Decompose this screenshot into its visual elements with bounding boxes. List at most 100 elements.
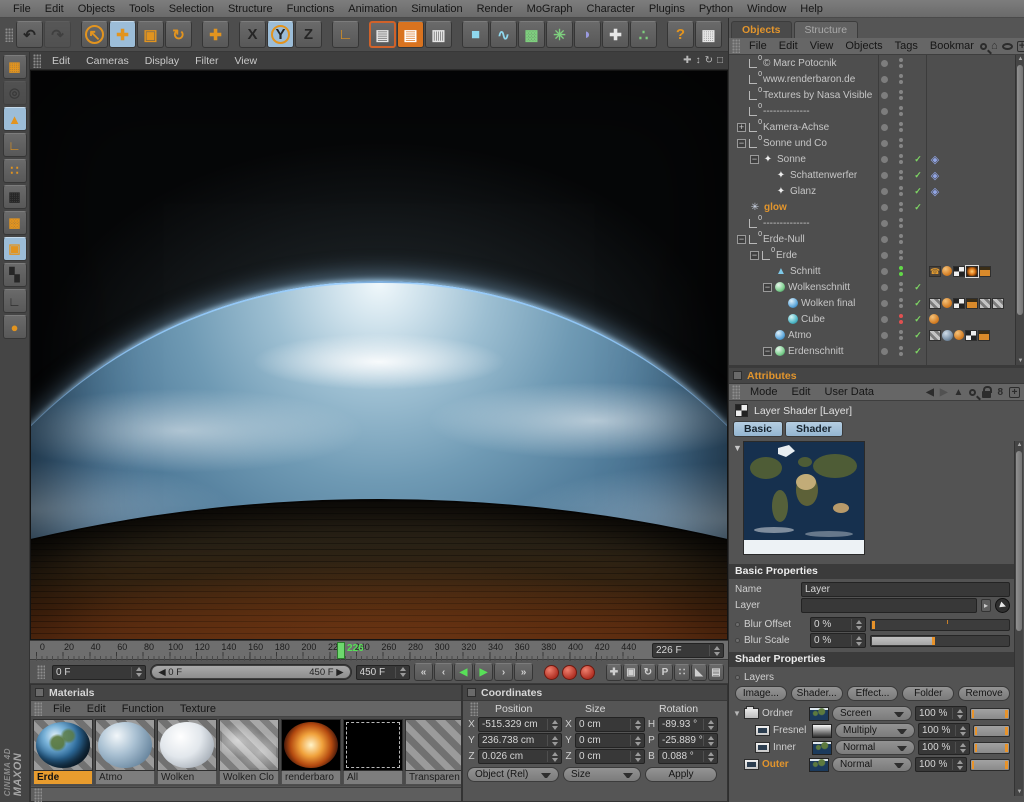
model-mode-icon[interactable]: ▲: [3, 107, 27, 131]
coordinate-mode-dropdown[interactable]: Object (Rel): [467, 767, 559, 782]
timeline-doc-toggle[interactable]: ▤: [708, 664, 724, 681]
coordinates-grip[interactable]: [470, 702, 478, 716]
visibility-dots[interactable]: [899, 138, 903, 148]
visibility-dots[interactable]: [899, 250, 903, 260]
menu-item[interactable]: Simulation: [404, 3, 469, 15]
enable-check[interactable]: ✓: [911, 346, 925, 357]
add-particles-icon[interactable]: ∴: [630, 21, 657, 48]
stepper[interactable]: [703, 751, 714, 762]
layer-dot[interactable]: [881, 220, 888, 227]
target-tag[interactable]: [929, 186, 941, 197]
goto-start-button[interactable]: «: [414, 663, 433, 681]
layer-dot[interactable]: [881, 124, 888, 131]
layer-row-ordner[interactable]: ▼ Ordner Screen 100 %: [733, 706, 1010, 721]
material-erde[interactable]: Erde: [33, 719, 93, 784]
visibility-dots[interactable]: [899, 122, 903, 132]
layer-dot[interactable]: [881, 284, 888, 291]
prev-frame-button[interactable]: ‹: [434, 663, 453, 681]
object-manager-menu-item[interactable]: File: [743, 40, 773, 52]
stepper[interactable]: [703, 735, 714, 746]
object-row[interactable]: Glanz ✓: [729, 183, 1024, 199]
stepper[interactable]: [703, 719, 714, 730]
keyframe-selection-button[interactable]: [580, 665, 595, 680]
rotation-p-field[interactable]: -25.889 °: [658, 733, 718, 748]
shader-preview[interactable]: [743, 441, 865, 555]
add-deformer-icon[interactable]: ◗: [574, 21, 601, 48]
timeline-ruler[interactable]: 0204060801001201401601802002202402602803…: [30, 640, 728, 660]
visibility-dots[interactable]: [899, 282, 903, 292]
glowsel-tag[interactable]: [966, 266, 978, 277]
scroll-up-arrow[interactable]: ▲: [1016, 56, 1024, 62]
range-end-stepper[interactable]: [395, 667, 406, 678]
layer-dot[interactable]: [881, 140, 888, 147]
name-field[interactable]: Layer: [801, 582, 1010, 597]
object-row[interactable]: − Erde-Null: [729, 231, 1024, 247]
record-keyframe-button[interactable]: [544, 665, 559, 680]
clap-tag[interactable]: [978, 330, 990, 341]
blur-offset-field[interactable]: 0 %: [810, 617, 866, 632]
phong-tag[interactable]: [942, 298, 952, 308]
layer-dot[interactable]: [881, 76, 888, 83]
redo-icon[interactable]: ↷: [44, 21, 71, 48]
blend-mode-dropdown[interactable]: Normal: [832, 757, 912, 772]
snap-settings-icon[interactable]: ●: [3, 315, 27, 339]
material-wolken-clouds[interactable]: Wolken Clo: [219, 719, 279, 784]
viewport-menu-item[interactable]: Display: [137, 55, 187, 67]
uvw-mode-icon[interactable]: ∟: [3, 289, 27, 313]
scroll-thumb[interactable]: [1017, 65, 1023, 315]
key-pla-toggle[interactable]: ∷: [674, 664, 690, 681]
expander[interactable]: +: [737, 123, 746, 132]
add-spline-icon[interactable]: ∿: [490, 21, 517, 48]
visibility-dots[interactable]: [899, 346, 903, 356]
layer-dot[interactable]: [881, 204, 888, 211]
panel-menu-icon[interactable]: [467, 688, 476, 697]
object-row[interactable]: © Marc Potocnik: [729, 55, 1024, 71]
object-row[interactable]: --------------: [729, 103, 1024, 119]
collapse-arrow[interactable]: ▼: [733, 709, 741, 718]
layer-row-inner[interactable]: Inner Normal 100 %: [733, 740, 1010, 755]
tab-basic[interactable]: Basic: [733, 421, 783, 437]
target-tag[interactable]: [929, 170, 941, 181]
object-row[interactable]: glow ✓: [729, 199, 1024, 215]
object-row[interactable]: Schnitt: [729, 263, 1024, 279]
visibility-dots[interactable]: [899, 330, 903, 340]
visibility-dots[interactable]: [899, 74, 903, 84]
stepper[interactable]: [952, 708, 963, 719]
attributes-menu-item[interactable]: User Data: [818, 386, 882, 398]
material-thumbnail-atmo[interactable]: [95, 719, 155, 771]
last-tool-icon[interactable]: ✚: [202, 21, 229, 48]
menu-item[interactable]: Selection: [162, 3, 221, 15]
position-x-field[interactable]: -515.329 cm: [478, 717, 562, 732]
material-thumbnail-black[interactable]: [343, 719, 403, 771]
material-renderbaron[interactable]: renderbaro: [281, 719, 341, 784]
menu-item[interactable]: Plugins: [642, 3, 692, 15]
phong-tag[interactable]: [942, 266, 952, 276]
undo-icon[interactable]: ↶: [16, 21, 43, 48]
parameter-dot[interactable]: [735, 675, 740, 680]
tab-shader[interactable]: Shader: [785, 421, 843, 437]
layer-expand-button[interactable]: ▸: [981, 599, 991, 612]
expander[interactable]: −: [737, 139, 746, 148]
motion-mode-toggle[interactable]: ◣: [691, 664, 707, 681]
shader-button[interactable]: Shader...: [791, 686, 843, 701]
visibility-dots[interactable]: [899, 58, 903, 68]
position-y-field[interactable]: 236.738 cm: [478, 733, 562, 748]
live-selection-icon[interactable]: ↖: [81, 21, 108, 48]
visibility-dots[interactable]: [899, 170, 903, 180]
current-frame-field[interactable]: 226 F: [652, 643, 724, 658]
enable-check[interactable]: ✓: [911, 202, 925, 213]
materials-menu-item[interactable]: Texture: [172, 703, 224, 715]
visibility-dots[interactable]: [899, 234, 903, 244]
back-icon[interactable]: ◀: [926, 387, 934, 398]
enable-check[interactable]: ✓: [911, 298, 925, 309]
stepper[interactable]: [955, 725, 966, 736]
object-row[interactable]: Wolken final ✓: [729, 295, 1024, 311]
help-tool-icon[interactable]: ?: [667, 21, 694, 48]
layer-dot[interactable]: [881, 108, 888, 115]
viewport-menu-item[interactable]: View: [226, 55, 265, 67]
stepper[interactable]: [851, 635, 862, 646]
layer-dot[interactable]: [881, 332, 888, 339]
spheretag-tag[interactable]: [942, 330, 953, 341]
zoom-view-icon[interactable]: ↕: [696, 55, 701, 66]
home-icon[interactable]: ⌂: [991, 40, 998, 52]
